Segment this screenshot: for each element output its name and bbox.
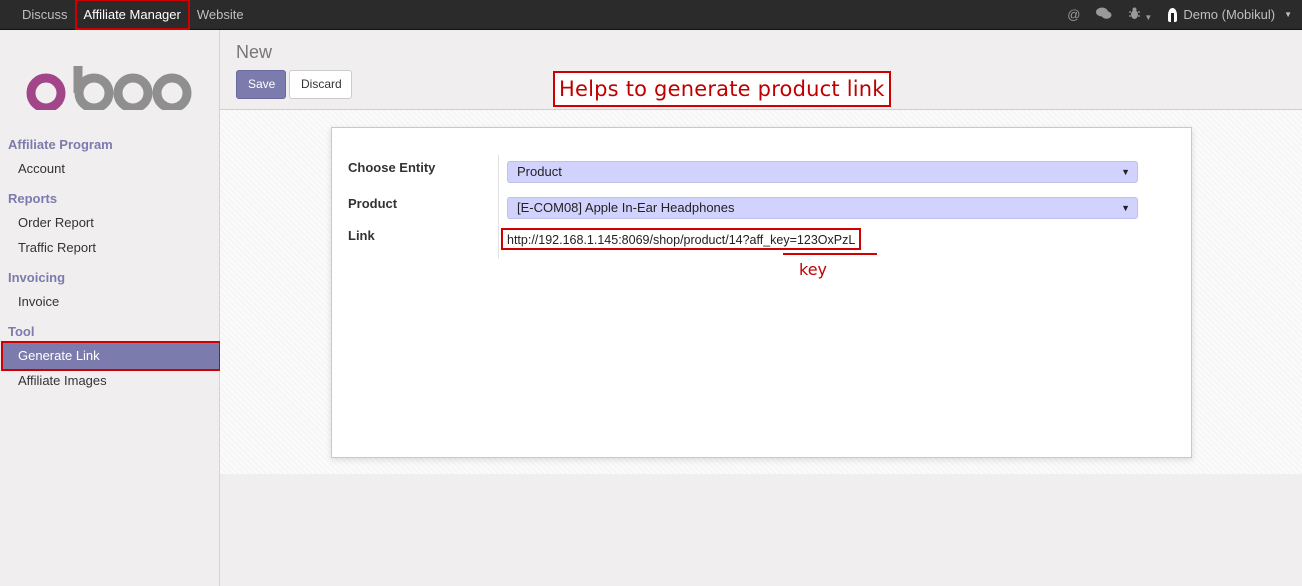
product-select[interactable]: [E-COM08] Apple In-Ear Headphones ▼ [507,197,1138,219]
form-sheet: Choose Entity Product ▼ Product [E-COM08… [331,127,1192,458]
user-menu[interactable]: Demo (Mobikul) ▼ [1168,7,1292,22]
link-label: Link [348,228,375,243]
section-affiliate-program: Affiliate Program [8,137,113,152]
generated-link[interactable]: http://192.168.1.145:8069/shop/product/1… [501,228,862,250]
sidebar: Affiliate Program Account Reports Order … [0,30,221,586]
menu-affiliate-manager[interactable]: Affiliate Manager [74,0,190,30]
footer-area [220,474,1302,586]
top-navbar: Discuss Affiliate Manager Website @ ▼ De… [0,0,1302,30]
sidebar-item-account[interactable]: Account [2,156,220,181]
section-invoicing: Invoicing [8,270,66,285]
chat-icon[interactable] [1096,7,1112,23]
chevron-down-icon: ▼ [1144,12,1153,22]
chevron-down-icon: ▼ [1121,203,1130,213]
choose-entity-select[interactable]: Product ▼ [507,161,1138,183]
chevron-down-icon: ▼ [1121,167,1130,177]
discard-button[interactable]: Discard [289,70,352,99]
save-button[interactable]: Save [236,70,286,99]
main-content: New Save Discard Helps to generate produ… [220,30,1302,586]
chevron-down-icon: ▼ [1284,10,1292,19]
breadcrumb: New [236,42,273,62]
app-menu: Discuss Affiliate Manager Website [14,0,252,30]
systray: @ ▼ Demo (Mobikul) ▼ [1067,0,1292,29]
avatar [1168,7,1178,22]
section-reports: Reports [8,191,58,206]
product-value: [E-COM08] Apple In-Ear Headphones [517,200,735,215]
key-annotation: key [799,260,828,279]
odoo-logo[interactable] [26,66,196,110]
at-icon[interactable]: @ [1067,7,1080,22]
sidebar-item-traffic-report[interactable]: Traffic Report [2,235,220,260]
menu-website[interactable]: Website [189,0,252,29]
menu-discuss[interactable]: Discuss [14,0,76,29]
product-label: Product [348,196,398,211]
bug-icon[interactable]: ▼ [1128,7,1152,23]
divider [498,155,499,259]
sidebar-item-affiliate-images[interactable]: Affiliate Images [2,368,220,393]
user-name: Demo (Mobikul) [1183,7,1276,22]
key-underline [783,253,877,255]
sidebar-item-generate-link[interactable]: Generate Link [1,341,221,371]
section-tool: Tool [8,324,35,339]
choose-entity-label: Choose Entity [348,160,436,175]
choose-entity-value: Product [517,164,562,179]
callout-annotation: Helps to generate product link [553,71,891,107]
sidebar-item-invoice[interactable]: Invoice [2,289,220,314]
sidebar-item-order-report[interactable]: Order Report [2,210,220,235]
